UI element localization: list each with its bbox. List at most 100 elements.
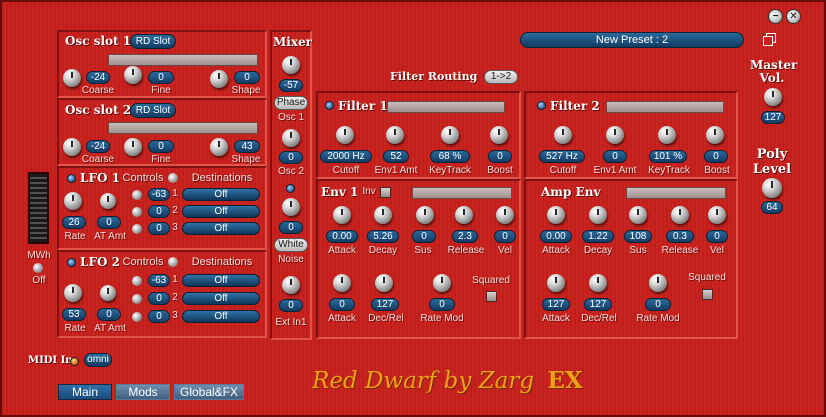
- lfo2-controls-icon[interactable]: [168, 257, 178, 267]
- lfo2-at-value[interactable]: 0: [97, 308, 121, 321]
- ampenv-attack2-value[interactable]: 127: [542, 298, 570, 311]
- env1-inv-checkbox[interactable]: [380, 187, 391, 198]
- lfo2-amt1-knob[interactable]: [132, 276, 142, 286]
- lfo2-rate-knob[interactable]: [64, 284, 82, 302]
- ampenv-vel-knob[interactable]: [708, 206, 726, 224]
- filter1-cutoff-knob[interactable]: [336, 126, 354, 144]
- filter2-boost-knob[interactable]: [706, 126, 724, 144]
- mixer-osc1-knob[interactable]: [282, 56, 300, 74]
- ampenv-vel-value[interactable]: 0: [706, 230, 728, 243]
- ampenv-attack2-knob[interactable]: [547, 274, 565, 292]
- mixer-osc2-value[interactable]: 0: [279, 151, 303, 164]
- osc2-shape-knob[interactable]: [210, 138, 228, 156]
- lfo1-at-knob[interactable]: [100, 193, 116, 209]
- ampenv-sus-value[interactable]: 108: [624, 230, 652, 243]
- poly-level-value[interactable]: 64: [761, 201, 783, 214]
- lfo2-dest1-select[interactable]: Off: [182, 274, 260, 287]
- osc1-fine-knob[interactable]: [124, 66, 142, 84]
- lfo1-rate-knob[interactable]: [64, 192, 82, 210]
- midi-channel-selector[interactable]: omni: [84, 353, 112, 367]
- ampenv-attack-value[interactable]: 0.00: [540, 230, 572, 243]
- filter1-env1-knob[interactable]: [386, 126, 404, 144]
- preset-menu-icon[interactable]: [762, 33, 778, 47]
- ampenv-ratemod-value[interactable]: 0: [645, 298, 671, 311]
- master-vol-knob[interactable]: [764, 88, 782, 106]
- poly-level-knob[interactable]: [762, 178, 782, 198]
- mixer-white-button[interactable]: White: [274, 238, 308, 252]
- filter2-keytrack-knob[interactable]: [658, 126, 676, 144]
- ampenv-decrel-knob[interactable]: [589, 274, 607, 292]
- lfo1-rate-value[interactable]: 26: [62, 216, 86, 229]
- lfo1-amt1-knob[interactable]: [132, 190, 142, 200]
- filter2-boost-value[interactable]: 0: [704, 150, 728, 163]
- lfo1-amt2-value[interactable]: 0: [148, 205, 170, 218]
- close-icon[interactable]: ✕: [786, 9, 801, 24]
- lfo2-amt1-value[interactable]: -63: [148, 274, 170, 287]
- lfo1-controls-icon[interactable]: [168, 173, 178, 183]
- mixer-phase-button[interactable]: Phase: [274, 96, 308, 110]
- mixer-noise-knob[interactable]: [282, 198, 300, 216]
- mixer-osc2-knob[interactable]: [282, 129, 300, 147]
- preset-name-field[interactable]: New Preset : 2: [520, 32, 744, 48]
- tab-global-fx[interactable]: Global&FX: [174, 384, 244, 400]
- env1-sus-value[interactable]: 0: [412, 230, 436, 243]
- lfo2-rate-value[interactable]: 53: [62, 308, 86, 321]
- env1-attack-knob[interactable]: [333, 206, 351, 224]
- filter-routing-button[interactable]: 1->2: [484, 70, 518, 84]
- filter2-env1-value[interactable]: 0: [603, 150, 627, 163]
- env1-sus-knob[interactable]: [416, 206, 434, 224]
- lfo1-dest1-select[interactable]: Off: [182, 188, 260, 201]
- filter2-cutoff-value[interactable]: 527 Hz: [539, 150, 585, 163]
- lfo1-dest3-select[interactable]: Off: [182, 222, 260, 235]
- osc1-coarse-knob[interactable]: [63, 69, 81, 87]
- lfo2-amt3-value[interactable]: 0: [148, 310, 170, 323]
- ampenv-decay-value[interactable]: 1.22: [582, 230, 614, 243]
- lfo2-amt3-knob[interactable]: [132, 312, 142, 322]
- lfo1-amt3-knob[interactable]: [132, 224, 142, 234]
- tab-main[interactable]: Main: [58, 384, 112, 400]
- env1-vel-value[interactable]: 0: [494, 230, 516, 243]
- lfo1-led-icon[interactable]: [67, 174, 76, 183]
- minimize-icon[interactable]: −: [768, 9, 783, 24]
- osc1-coarse-value[interactable]: -24: [86, 71, 110, 84]
- env1-attack2-value[interactable]: 0: [329, 298, 355, 311]
- lfo2-at-knob[interactable]: [100, 285, 116, 301]
- ampenv-decrel-value[interactable]: 127: [584, 298, 612, 311]
- ampenv-release-knob[interactable]: [671, 206, 689, 224]
- filter2-cutoff-knob[interactable]: [554, 126, 572, 144]
- filter1-keytrack-knob[interactable]: [441, 126, 459, 144]
- filter1-cutoff-value[interactable]: 2000 Hz: [320, 150, 372, 163]
- osc1-shape-value[interactable]: 0: [234, 71, 260, 84]
- filter2-env1-knob[interactable]: [606, 126, 624, 144]
- mod-wheel[interactable]: [28, 172, 49, 244]
- env1-attack-value[interactable]: 0.00: [326, 230, 358, 243]
- ampenv-release-value[interactable]: 0.3: [666, 230, 694, 243]
- ampenv-squared-checkbox[interactable]: [702, 289, 713, 300]
- lfo2-amt2-knob[interactable]: [132, 294, 142, 304]
- filter2-keytrack-value[interactable]: 101 %: [649, 150, 687, 163]
- lfo2-dest2-select[interactable]: Off: [182, 292, 260, 305]
- master-vol-value[interactable]: 127: [761, 111, 785, 124]
- filter1-env1-value[interactable]: 52: [383, 150, 409, 163]
- filter1-boost-knob[interactable]: [490, 126, 508, 144]
- mod-wheel-toggle-icon[interactable]: [33, 263, 43, 273]
- env1-vel-knob[interactable]: [496, 206, 514, 224]
- osc2-slot-selector[interactable]: RD Slot: [130, 103, 176, 118]
- filter2-led-icon[interactable]: [537, 101, 546, 110]
- ampenv-ratemod-knob[interactable]: [649, 274, 667, 292]
- env1-decay-knob[interactable]: [374, 206, 392, 224]
- osc2-fine-knob[interactable]: [124, 138, 142, 156]
- lfo2-amt2-value[interactable]: 0: [148, 292, 170, 305]
- env1-ratemod-value[interactable]: 0: [429, 298, 455, 311]
- env1-release-knob[interactable]: [455, 206, 473, 224]
- osc2-coarse-knob[interactable]: [63, 138, 81, 156]
- lfo1-at-value[interactable]: 0: [97, 216, 121, 229]
- lfo1-amt2-knob[interactable]: [132, 207, 142, 217]
- filter1-led-icon[interactable]: [325, 101, 334, 110]
- mixer-ext-value[interactable]: 0: [279, 299, 303, 312]
- ampenv-sus-knob[interactable]: [629, 206, 647, 224]
- env1-ratemod-knob[interactable]: [433, 274, 451, 292]
- osc1-shape-knob[interactable]: [210, 70, 228, 88]
- filter1-boost-value[interactable]: 0: [488, 150, 512, 163]
- env1-release-value[interactable]: 2.3: [452, 230, 478, 243]
